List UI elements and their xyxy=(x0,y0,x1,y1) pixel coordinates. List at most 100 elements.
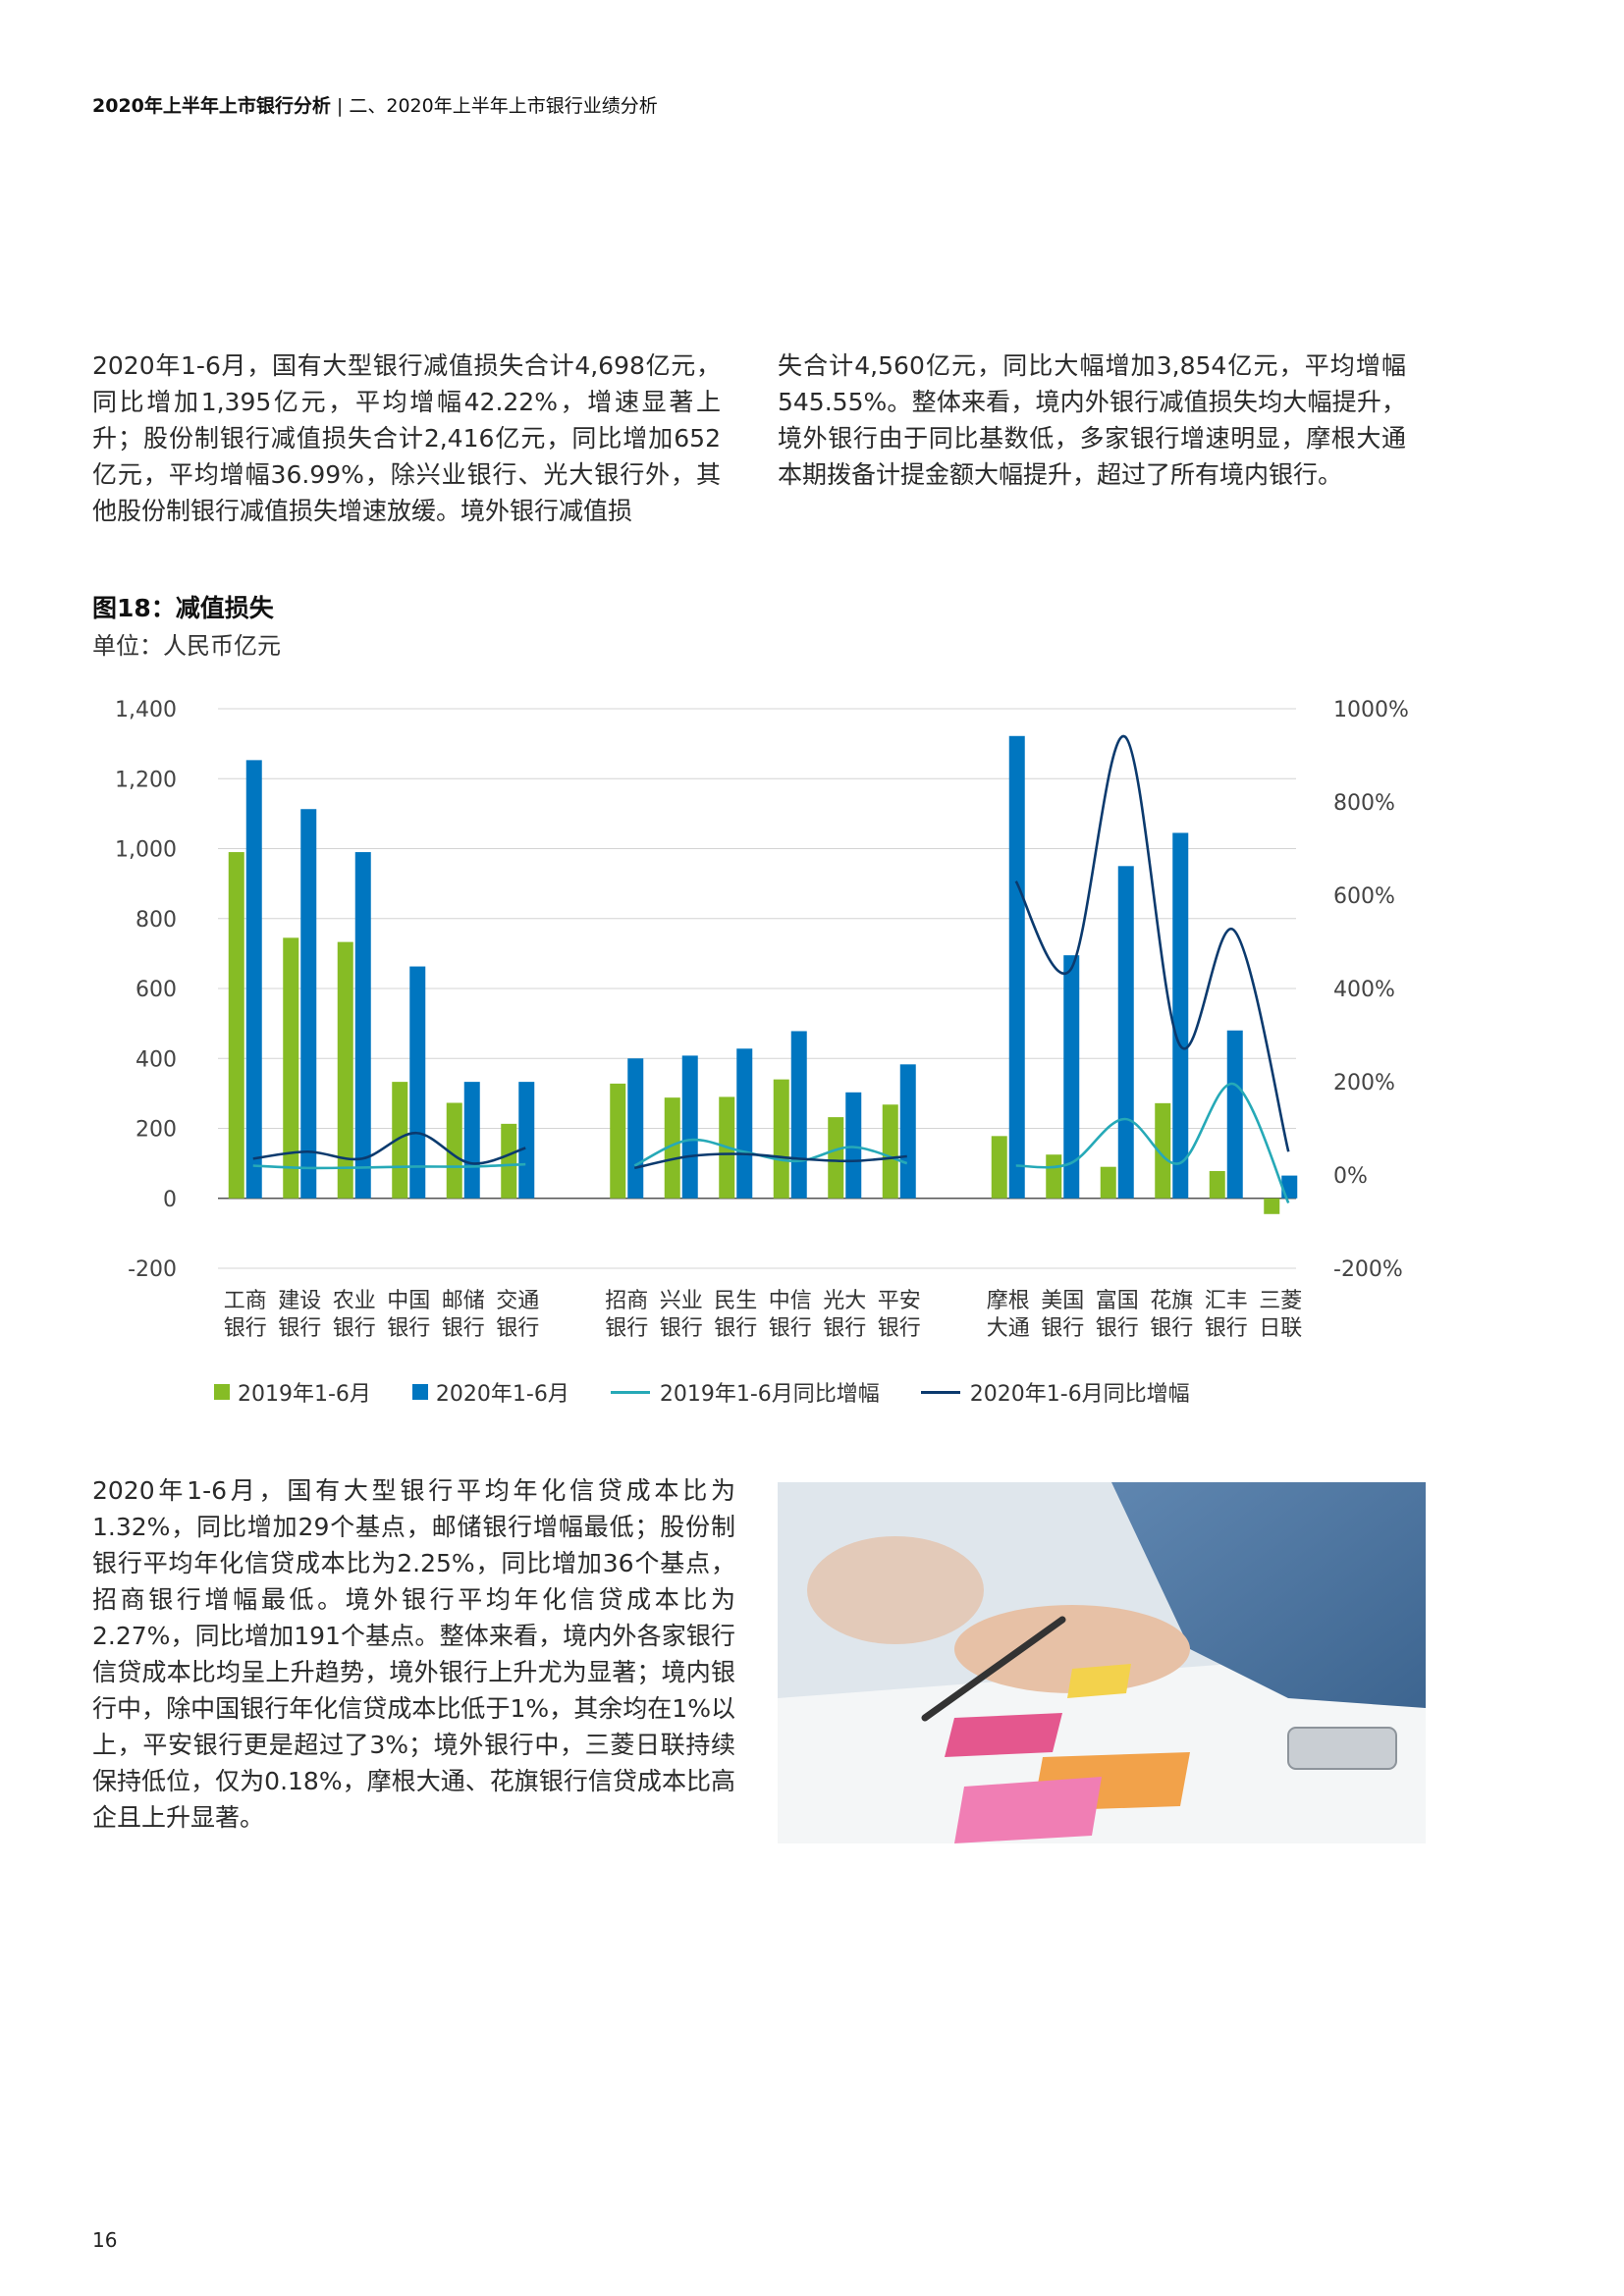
sticky-note-yellow xyxy=(1067,1664,1131,1698)
category-label: 银行 xyxy=(1041,1316,1084,1341)
legend-label-2020: 2020年1-6月 xyxy=(435,1382,569,1407)
impairment-loss-chart: -200 0 200 400 600 800 1,000 1,200 1,400 -200% 0% 2… xyxy=(115,698,1409,1341)
legend-swatch-2019 xyxy=(214,1384,230,1400)
header-separator: | xyxy=(330,95,350,117)
legend-swatch-2019-growth xyxy=(610,1390,650,1394)
bar-2019 xyxy=(228,852,244,1199)
legend-label-2019-growth: 2019年1-6月同比增幅 xyxy=(659,1382,880,1407)
bar-2020 xyxy=(245,760,262,1199)
bar-2019 xyxy=(1209,1170,1225,1199)
desk-illustration xyxy=(778,1482,1426,1843)
category-label: 中国 xyxy=(387,1289,430,1313)
category-label: 银行 xyxy=(660,1316,703,1341)
bar-2020 xyxy=(899,1064,916,1199)
category-label: 汇丰 xyxy=(1205,1289,1248,1313)
y-left-tick-label: 0 xyxy=(163,1188,177,1212)
bar-2020 xyxy=(1226,1030,1243,1199)
y-right-tick-label: 1000% xyxy=(1333,698,1409,722)
bar-2020 xyxy=(300,809,317,1199)
category-label: 银行 xyxy=(224,1316,267,1341)
legend-item-2020-growth: 2020年1-6月同比增幅 xyxy=(920,1376,1190,1408)
bar-2019 xyxy=(1264,1198,1280,1214)
bar-2020 xyxy=(1008,735,1025,1199)
section-title: 二、2020年上半年上市银行业绩分析 xyxy=(349,95,658,117)
category-label: 日联 xyxy=(1259,1316,1302,1341)
bar-2019 xyxy=(283,937,299,1199)
legend-item-2020: 2020年1-6月 xyxy=(411,1376,569,1408)
bar-2020 xyxy=(627,1058,644,1199)
category-label: 银行 xyxy=(823,1316,866,1341)
legend-item-2019-growth: 2019年1-6月同比增幅 xyxy=(610,1376,880,1408)
bar-2020 xyxy=(354,852,371,1199)
legend-label-2020-growth: 2020年1-6月同比增幅 xyxy=(969,1382,1190,1407)
y-right-tick-label: 400% xyxy=(1333,978,1395,1002)
category-label: 邮储 xyxy=(442,1289,485,1313)
category-label: 摩根 xyxy=(987,1289,1030,1313)
y-left-tick-label: 400 xyxy=(135,1047,177,1072)
category-label: 农业 xyxy=(333,1289,376,1313)
y-right-tick-label: 600% xyxy=(1333,884,1395,909)
category-label: 三菱 xyxy=(1259,1289,1302,1313)
category-label: 光大 xyxy=(823,1289,866,1313)
category-label: 银行 xyxy=(769,1316,812,1341)
paragraph-right: 失合计4,560亿元，同比大幅增加3,854亿元，平均增幅545.55%。整体来… xyxy=(778,351,1406,489)
y-left-tick-label: 1,000 xyxy=(115,838,177,863)
category-label: 富国 xyxy=(1096,1289,1139,1313)
bar-2019 xyxy=(1046,1154,1062,1199)
chart-legend: 2019年1-6月 2020年1-6月 2019年1-6月同比增幅 2020年1… xyxy=(214,1376,1231,1408)
category-label: 银行 xyxy=(442,1316,485,1341)
report-title: 2020年上半年上市银行分析 xyxy=(92,95,331,117)
legend-label-2019: 2019年1-6月 xyxy=(238,1382,371,1407)
bar-2019 xyxy=(991,1136,1007,1199)
category-label: 大通 xyxy=(987,1316,1030,1341)
figure-title: 图18：减值损失 xyxy=(92,594,274,622)
bar-2020 xyxy=(790,1031,807,1199)
category-label: 银行 xyxy=(1150,1316,1193,1341)
bar-2020 xyxy=(409,966,426,1199)
page-header: 2020年上半年上市银行分析 | 二、2020年上半年上市银行业绩分析 xyxy=(92,91,658,118)
sticky-note-magenta xyxy=(954,1777,1102,1843)
bar-2020 xyxy=(681,1055,698,1199)
y-left-tick-label: 200 xyxy=(135,1118,177,1143)
legend-swatch-2020 xyxy=(411,1384,428,1400)
bar-2020 xyxy=(463,1082,480,1199)
y-left-tick-label: 1,400 xyxy=(115,698,177,722)
bar-2019 xyxy=(610,1083,626,1199)
y-left-tick-label: 800 xyxy=(135,908,177,933)
category-label: 银行 xyxy=(605,1316,648,1341)
category-label: 美国 xyxy=(1041,1289,1084,1313)
category-label: 中信 xyxy=(769,1289,812,1313)
bar-2019 xyxy=(828,1117,844,1199)
category-label: 花旗 xyxy=(1150,1289,1193,1313)
office-photo xyxy=(778,1482,1426,1843)
category-label: 工商 xyxy=(224,1289,267,1313)
category-label: 银行 xyxy=(878,1316,921,1341)
bar-2019 xyxy=(501,1123,517,1199)
y-left-tick-label: 1,200 xyxy=(115,768,177,792)
y-left-tick-label: 600 xyxy=(135,978,177,1002)
figure-unit: 单位：人民币亿元 xyxy=(92,632,281,660)
y-left-tick-label: -200 xyxy=(128,1257,177,1282)
bar-2019 xyxy=(773,1079,789,1199)
bar-2020 xyxy=(845,1092,862,1199)
bar-2019 xyxy=(882,1104,898,1199)
category-label: 平安 xyxy=(878,1289,921,1313)
category-label: 银行 xyxy=(496,1316,539,1341)
category-label: 银行 xyxy=(333,1316,376,1341)
bar-2020 xyxy=(1117,866,1134,1199)
category-label: 建设 xyxy=(278,1289,321,1313)
page-number: 16 xyxy=(92,2228,118,2252)
bar-2020 xyxy=(518,1082,535,1199)
category-label: 银行 xyxy=(1096,1316,1139,1341)
category-label: 银行 xyxy=(1205,1316,1248,1341)
line-2020-growth xyxy=(1014,735,1290,1152)
legend-item-2019: 2019年1-6月 xyxy=(214,1376,371,1408)
category-label: 兴业 xyxy=(660,1289,703,1313)
sticky-note-pink xyxy=(945,1713,1062,1757)
paragraph-credit-cost: 2020年1-6月，国有大型银行平均年化信贷成本比为1.32%，同比增加29个基… xyxy=(92,1476,735,1832)
category-label: 民生 xyxy=(714,1289,757,1313)
y-right-tick-label: 0% xyxy=(1333,1164,1368,1189)
smartphone xyxy=(1287,1727,1397,1770)
category-label: 招商 xyxy=(605,1289,648,1313)
category-label: 银行 xyxy=(387,1316,430,1341)
